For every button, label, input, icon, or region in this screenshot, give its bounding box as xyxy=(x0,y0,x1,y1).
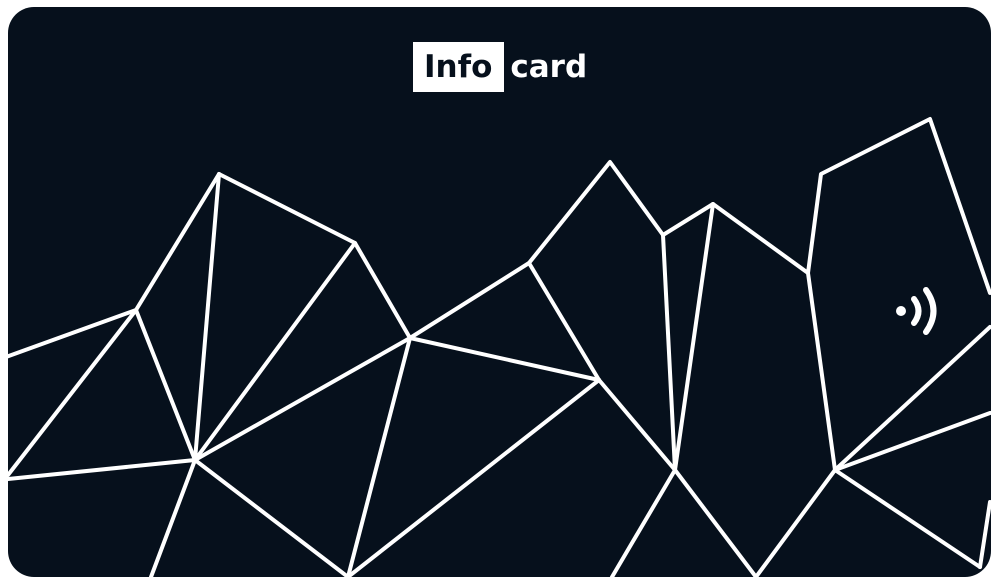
facet-line-2 xyxy=(134,308,197,462)
ridge-line-1 xyxy=(8,117,991,359)
facet-line-18 xyxy=(806,271,837,472)
facet-line-23 xyxy=(978,500,991,569)
facet-line-9 xyxy=(346,336,412,577)
facet-line-17 xyxy=(673,468,758,577)
facet-line-12 xyxy=(346,378,601,577)
facet-line-14 xyxy=(661,233,677,472)
facet-line-19 xyxy=(754,468,837,577)
facet-line-11 xyxy=(527,261,601,382)
brand-logo-rest: card xyxy=(510,48,588,85)
facet-line-6 xyxy=(193,336,412,462)
facet-line-4 xyxy=(193,241,357,462)
facet-line-3 xyxy=(193,172,221,462)
brand-logo: Info card xyxy=(413,42,587,92)
facet-line-10 xyxy=(408,336,601,382)
brand-logo-box: Info xyxy=(413,42,505,92)
facet-line-7 xyxy=(149,458,197,577)
facet-line-20 xyxy=(833,325,991,472)
contactless-icon xyxy=(896,287,937,335)
facet-line-8 xyxy=(193,458,350,577)
facet-line-21 xyxy=(833,411,991,472)
facet-line-16 xyxy=(610,468,677,577)
facet-line-5 xyxy=(8,458,197,481)
facet-line-22 xyxy=(833,468,982,569)
info-card: Info card xyxy=(8,7,991,577)
facet-line-13 xyxy=(597,378,677,472)
facet-line-15 xyxy=(673,202,715,472)
polygon-line-art xyxy=(8,117,991,577)
